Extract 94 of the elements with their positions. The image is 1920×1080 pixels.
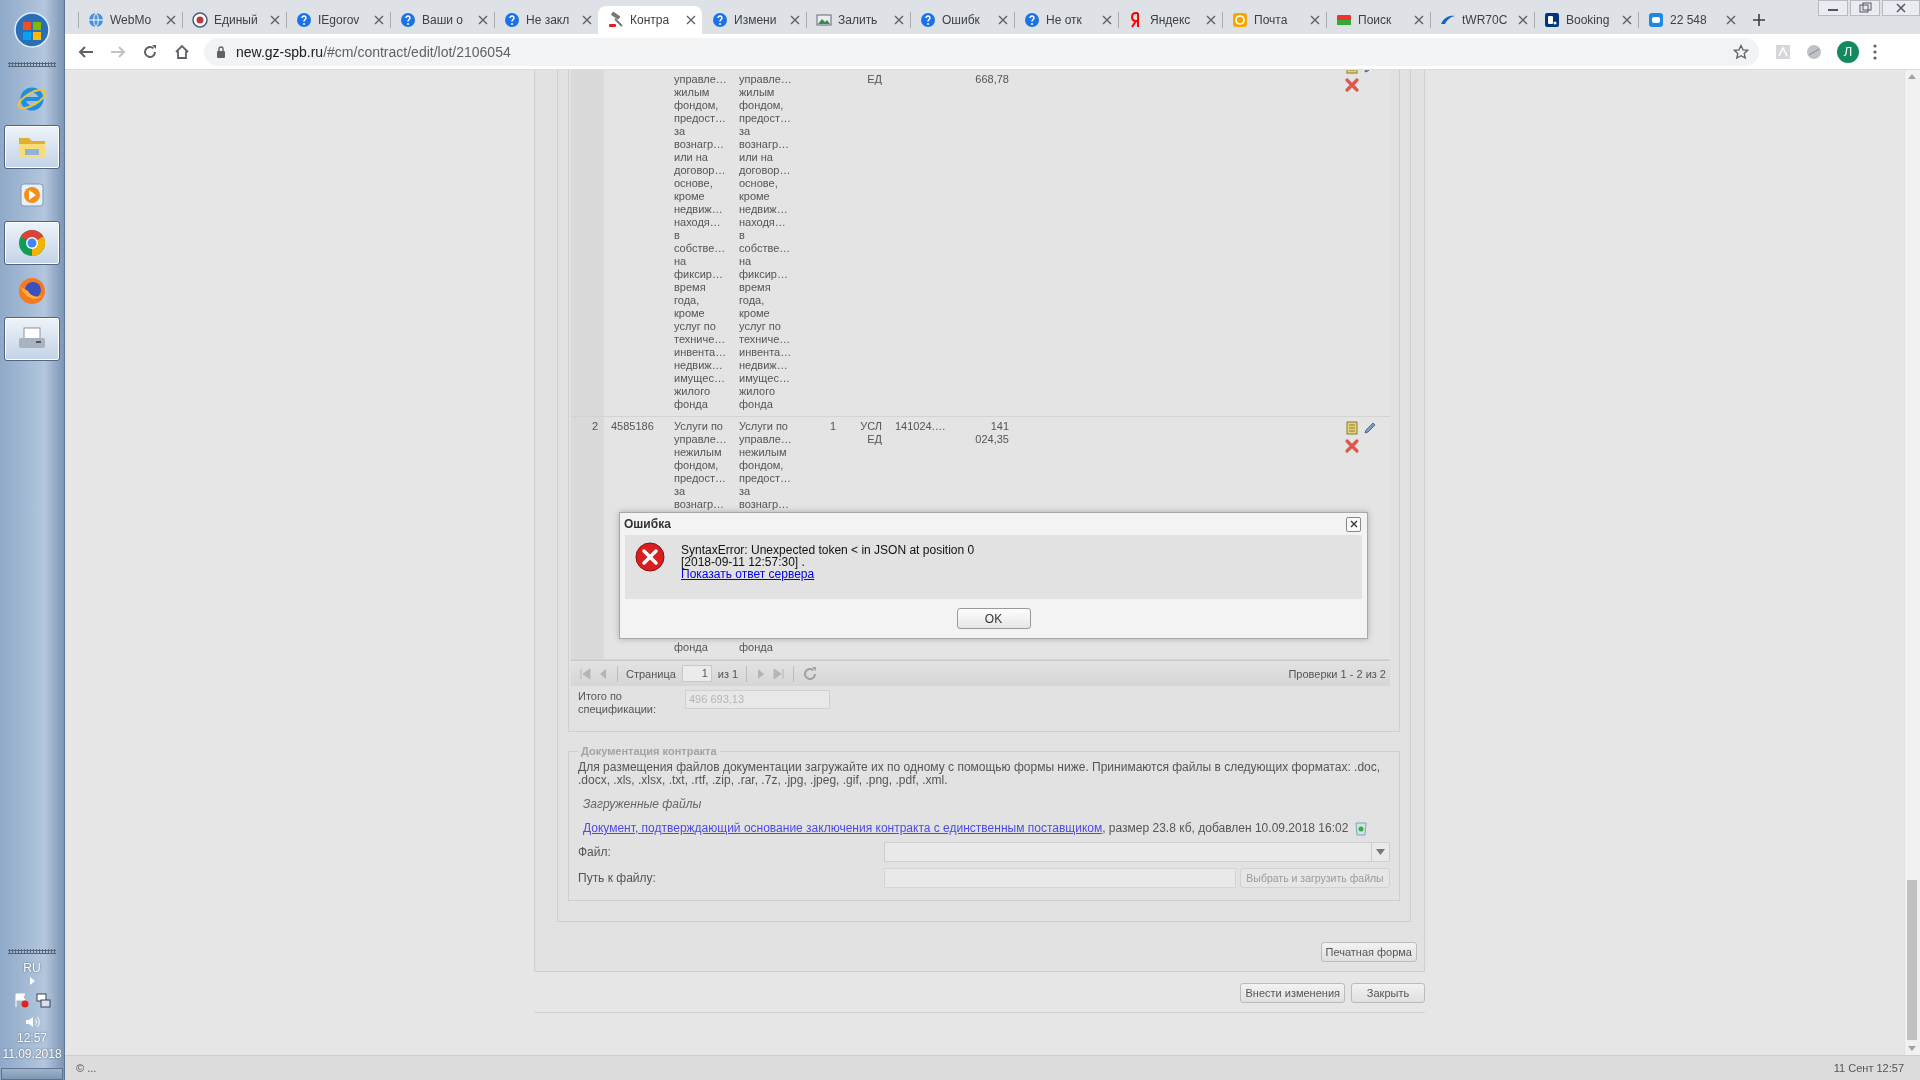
gavel-icon [608,12,624,28]
scrollbar-thumb[interactable] [1907,880,1917,1040]
close-icon[interactable] [1726,15,1736,25]
field-label: Путь к файлу: [578,871,657,885]
close-button[interactable] [1346,516,1361,532]
pager-label: Страница [626,667,676,680]
taskbar-button[interactable] [4,221,60,265]
close-icon[interactable] [1518,15,1528,25]
taskbar-button[interactable] [4,125,60,169]
close-icon[interactable] [166,15,176,25]
close-icon [1349,520,1358,528]
back-icon[interactable] [78,43,94,60]
paging-summary: Проверки 1 - 2 из 2 [1288,667,1387,680]
table-cell-text: УСЛ ЕД [859,419,883,447]
help-icon [296,12,312,28]
taskbar-button[interactable] [4,317,60,361]
extension-icon[interactable] [1805,42,1823,61]
address-field[interactable]: new.gz-spb.ru/#cm/contract/edit/lot/2106054 [204,37,1759,66]
start-orb-icon[interactable] [12,10,52,50]
copyright-text: © ... [76,1062,97,1074]
ok-button[interactable]: OK [956,608,1031,629]
plus-icon[interactable] [1752,13,1766,27]
print-button[interactable]: Печатная форма [1320,942,1417,962]
close-icon[interactable] [1414,15,1424,25]
delete-icon[interactable] [1344,77,1360,93]
close-icon[interactable] [1102,15,1112,25]
close-icon[interactable] [790,15,800,25]
field-label: Файл: [578,845,612,859]
page-count: из 1 [717,667,739,680]
account-avatar[interactable]: Л [1837,40,1859,63]
table-cell-text: управле… жилым фондом, предост… за вознагр… или на договор… основе, кроме недвиж… находя… в собстве… на фиксир… время года, кроме услуг по техниче… инвента… недвиж… имущес… жилого фонда [673,72,728,412]
browser-icon [16,275,48,307]
close-icon[interactable] [582,15,592,25]
table-cell-text: ЕД [866,72,883,87]
table-cell-text: Услуги по управле… нежилым фондом, предост… за вознагр… [674,420,728,511]
home-icon[interactable] [174,43,190,60]
image-icon [816,12,832,28]
total-label: Итого по спецификации: [578,690,658,716]
pencil-icon[interactable] [1362,420,1378,436]
browser-tab[interactable]: Контра [598,6,702,34]
browser-tab[interactable]: Измени [702,6,806,34]
close-icon[interactable] [686,15,696,25]
scrollbar[interactable] [1904,70,1920,1055]
table-cell-text: 141024.… [894,419,947,434]
help-icon [712,12,728,28]
help-icon [400,12,416,28]
mail-icon [1232,12,1248,28]
close-icon[interactable] [1206,15,1216,25]
save-button[interactable]: Внести изменения [1240,983,1345,1003]
reload-icon[interactable] [142,43,158,60]
close-icon[interactable] [1622,15,1632,25]
table-cell-text: 668,78 [974,72,1010,87]
close-icon[interactable] [270,15,280,25]
help-icon [920,12,936,28]
emblem-icon [192,12,208,28]
browser-icon [16,227,48,259]
close-button[interactable]: Закрыть [1351,983,1425,1003]
menu-icon[interactable] [1873,43,1877,60]
close-icon[interactable] [894,15,904,25]
help-icon [504,12,520,28]
restore-icon[interactable] [1850,0,1880,16]
page-field[interactable]: 1 [681,665,712,682]
error-icon [634,541,666,573]
file-info: , размер 23.8 кб, добавлен 10.09.2018 16:02 [1102,821,1349,835]
dialog-title: Ошибка [624,517,672,531]
table-cell-text: 4585186 [610,419,655,434]
table-cell-text: фонда [739,641,774,654]
flag-icon[interactable] [13,992,29,1008]
files-heading: Загруженные файлы [583,797,703,811]
close-icon[interactable] [1310,15,1320,25]
close-icon[interactable] [374,15,384,25]
status-date: 11 Сент 12:57 [1833,1062,1904,1074]
delete-icon[interactable] [1344,438,1360,454]
close-icon[interactable] [1882,0,1920,16]
table-cell-text: управле… жилым фондом, предост… за вознагр… или на договор… основе, кроме недвиж… находя… в собстве… на фиксир… время года, кроме услуг по техниче… инвента… недвиж… имущес… жилого фонда [738,72,793,412]
square-logo-icon [1544,12,1560,28]
close-icon[interactable] [478,15,488,25]
table-cell-text: Услуги по управле… нежилым фондом, предост… за вознагр… [739,420,793,511]
error-timestamp: [2018-09-11 12:57:30] . [681,556,805,568]
minimize-icon[interactable] [1818,0,1848,16]
help-icon [1024,12,1040,28]
caret-icon[interactable] [1376,849,1385,855]
lock-icon [216,45,226,58]
table-cell-text: фонда [674,641,709,654]
section-title: Документация контракта [580,745,718,757]
close-icon[interactable] [998,15,1008,25]
error-message: SyntaxError: Unexpected token < in JSON at position 0 [681,544,975,556]
table-cell-text: 1 [828,419,837,434]
star-icon[interactable] [1733,43,1749,60]
table-cell-text: 141 024,35 [974,419,1010,447]
globe-icon [88,12,104,28]
network-icon[interactable] [35,992,51,1008]
chat-icon [1648,12,1664,28]
upload-instructions: Для размещения файлов документации загружайте их по одному с помощью формы ниже. Принимаются файлы в следующих форматах: .doc, .docx, .xls, .xlsx, .txt, .rtf, .zip, .rar, .7z, .jpg, .jpeg, .gif, .png, .pdf, .xml. [578,761,1382,787]
